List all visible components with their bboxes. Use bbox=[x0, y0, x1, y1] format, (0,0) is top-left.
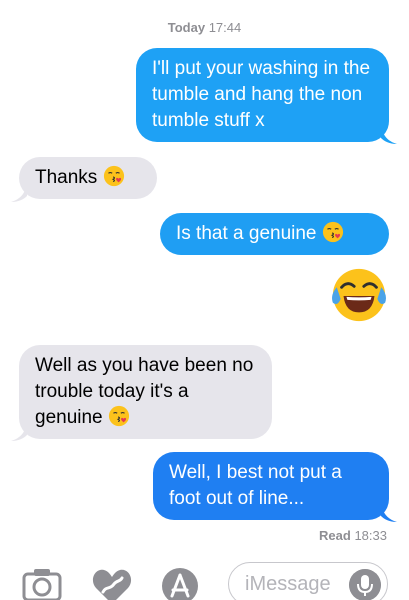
message-bubble-incoming[interactable]: Well as you have been no trouble today i… bbox=[19, 345, 272, 439]
kissing-face-with-heart-icon bbox=[103, 165, 124, 187]
message-text: Well as you have been no trouble today i… bbox=[35, 355, 254, 428]
imessage-input[interactable]: iMessage bbox=[228, 562, 388, 600]
app-store-icon[interactable] bbox=[158, 566, 202, 600]
message-bubble-outgoing[interactable]: I'll put your washing in the tumble and … bbox=[136, 48, 389, 142]
read-time: 18:33 bbox=[354, 528, 387, 543]
camera-icon[interactable] bbox=[20, 566, 64, 600]
message-bubble-outgoing[interactable]: Is that a genuine bbox=[160, 213, 389, 255]
message-text: Is that a genuine bbox=[176, 223, 317, 244]
message-bubble-outgoing[interactable]: Well, I best not put a foot out of line.… bbox=[153, 452, 389, 520]
face-with-tears-of-joy-icon[interactable] bbox=[330, 266, 388, 324]
timestamp-day: Today bbox=[167, 20, 206, 35]
bubble-tail bbox=[11, 423, 27, 441]
timestamp-time: 17:44 bbox=[208, 20, 242, 35]
bubble-tail bbox=[11, 184, 27, 202]
conversation-screen: Today 17:44 I'll put your washing in the… bbox=[0, 0, 409, 600]
microphone-icon[interactable] bbox=[349, 569, 381, 600]
message-text: Well, I best not put a foot out of line.… bbox=[169, 462, 342, 509]
kissing-face-with-heart-icon bbox=[322, 221, 343, 243]
kissing-face-with-heart-icon bbox=[108, 405, 129, 427]
read-label: Read bbox=[319, 528, 351, 543]
conversation-timestamp: Today 17:44 bbox=[0, 20, 409, 35]
message-text: I'll put your washing in the tumble and … bbox=[152, 58, 371, 131]
message-bubble-incoming[interactable]: Thanks bbox=[19, 157, 157, 199]
heart-digital-touch-icon[interactable] bbox=[90, 566, 134, 600]
read-receipt: Read 18:33 bbox=[319, 528, 387, 543]
bubble-tail bbox=[381, 504, 397, 522]
bubble-tail bbox=[381, 126, 397, 144]
imessage-placeholder: iMessage bbox=[245, 573, 331, 595]
message-text: Thanks bbox=[35, 167, 98, 188]
